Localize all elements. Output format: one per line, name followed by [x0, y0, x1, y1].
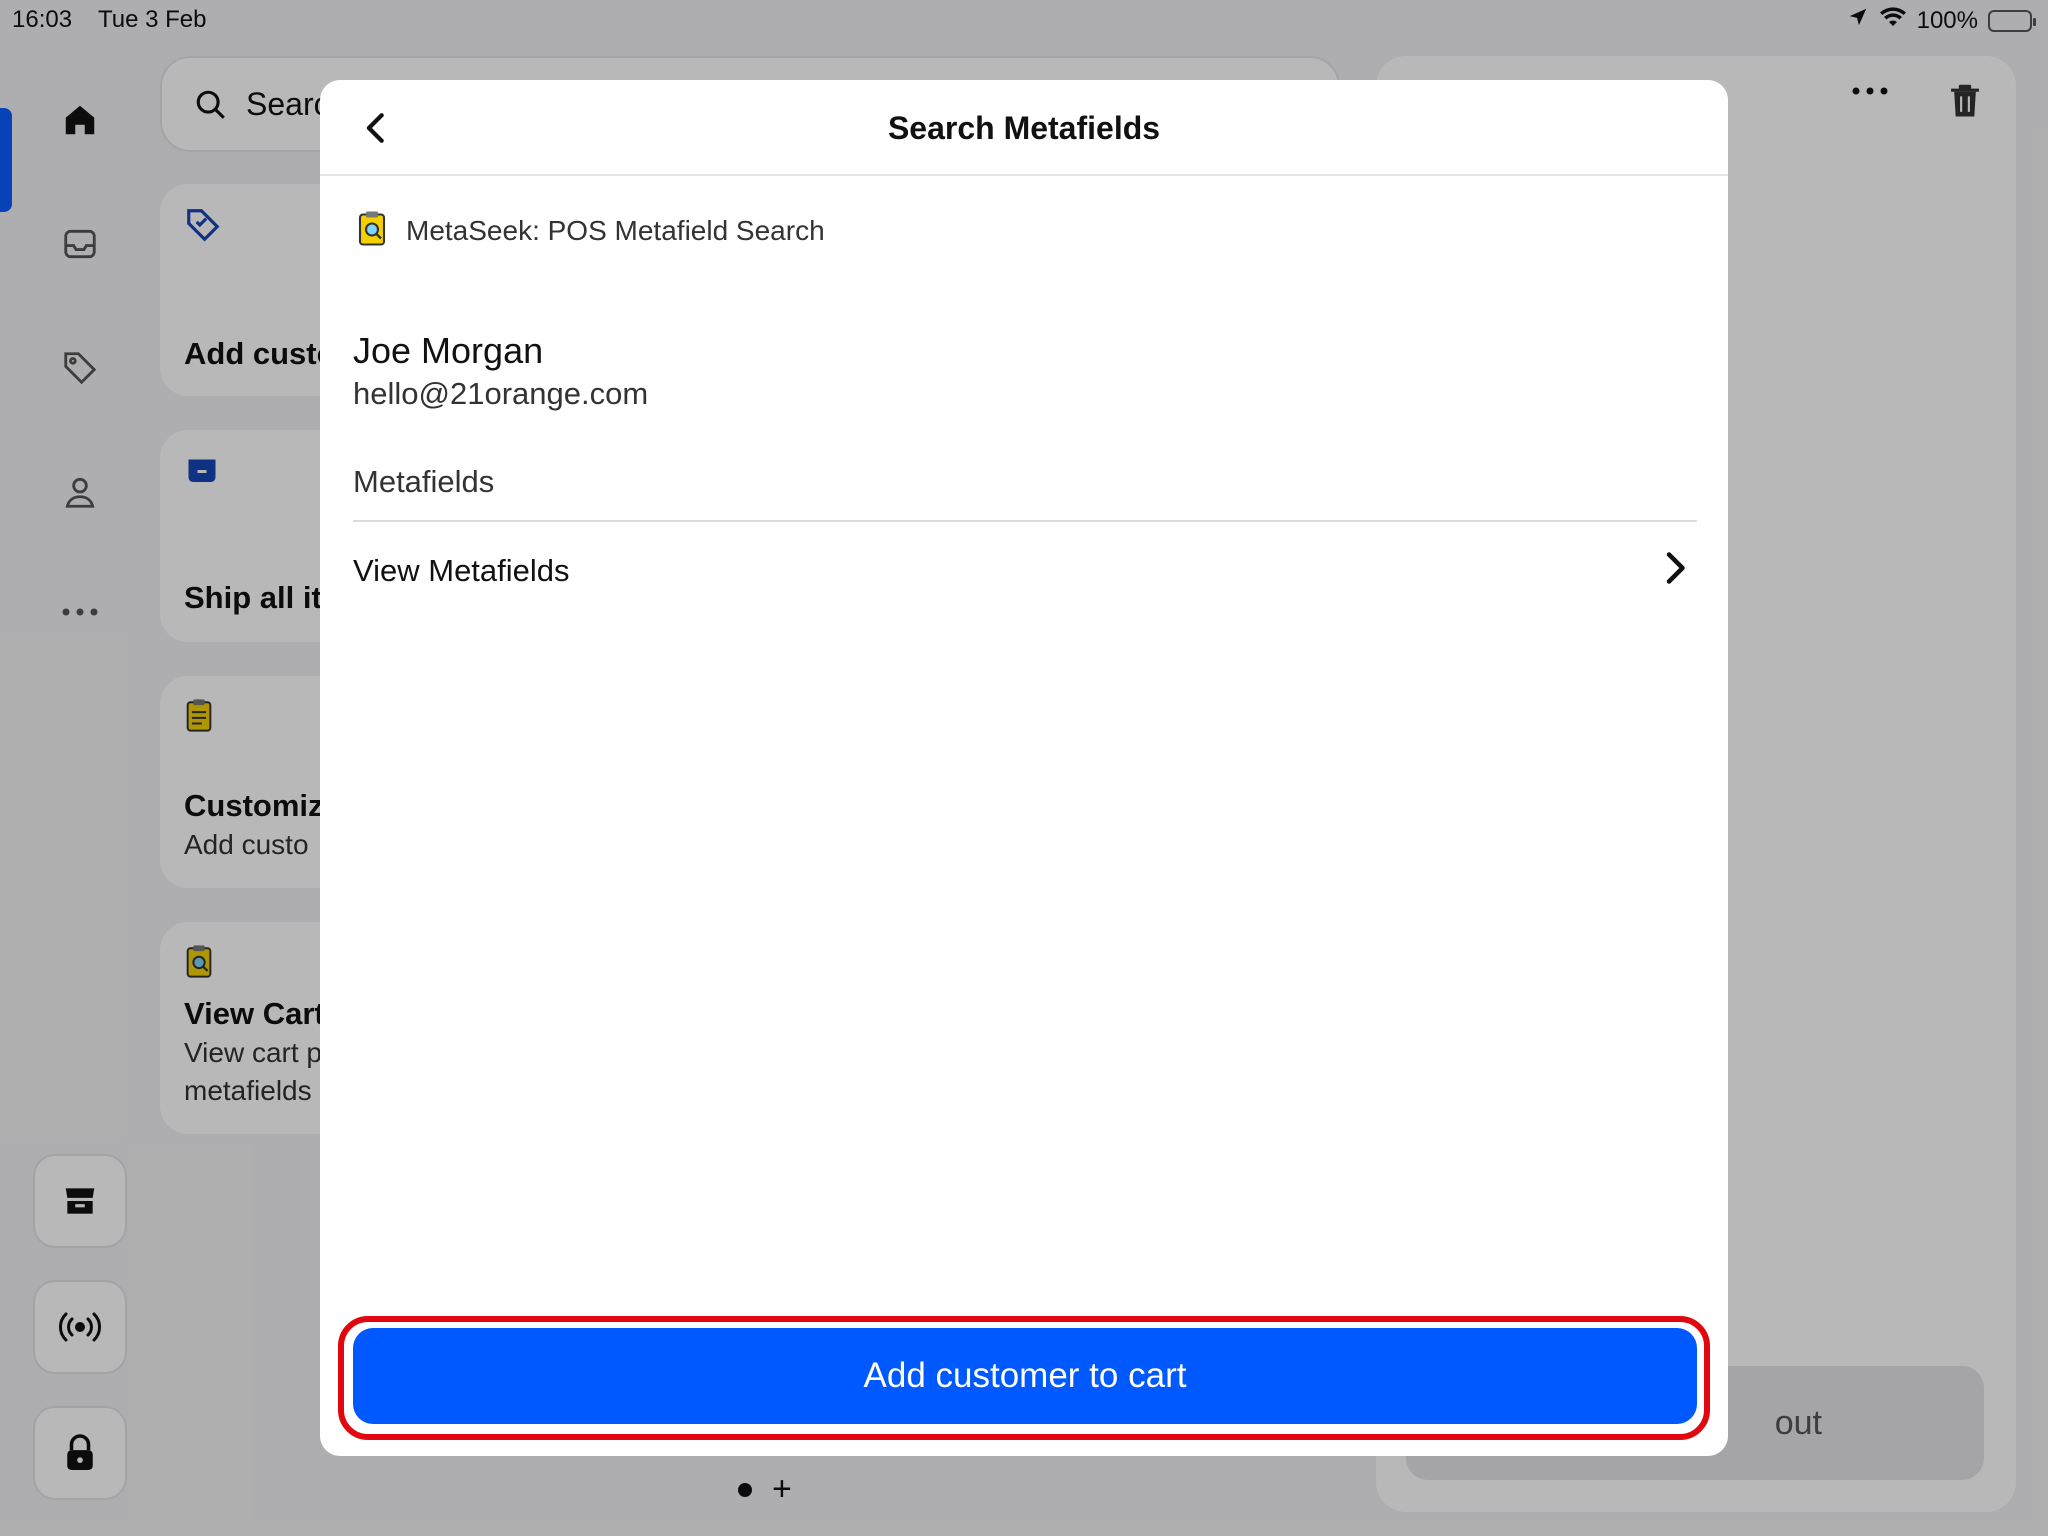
- clipboard-search-icon: [356, 210, 388, 251]
- metafields-section-label: Metafields: [353, 464, 495, 499]
- app-attribution: MetaSeek: POS Metafield Search: [356, 210, 825, 251]
- search-metafields-modal: Search Metafields MetaSeek: POS Metafiel…: [320, 80, 1728, 1456]
- view-metafields-row[interactable]: View Metafields: [353, 526, 1697, 614]
- view-metafields-label: View Metafields: [353, 553, 570, 588]
- chevron-right-icon: [1663, 548, 1687, 593]
- app-name: MetaSeek: POS Metafield Search: [406, 214, 825, 246]
- modal-header: Search Metafields: [320, 80, 1728, 176]
- customer-email: hello@21orange.com: [353, 376, 649, 411]
- add-customer-to-cart-button[interactable]: Add customer to cart: [353, 1328, 1697, 1424]
- section-divider: [353, 520, 1697, 522]
- customer-name: Joe Morgan: [353, 330, 544, 371]
- modal-title: Search Metafields: [887, 110, 1161, 146]
